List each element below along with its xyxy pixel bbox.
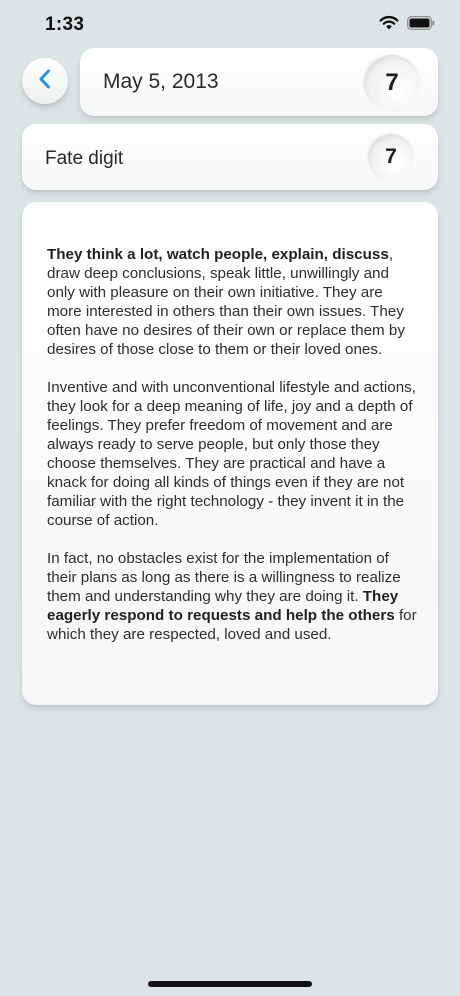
date-number-badge: 7 (364, 55, 420, 111)
fate-digit-badge: 7 (368, 134, 414, 180)
date-label: May 5, 2013 (103, 70, 219, 93)
description-paragraph-2: Inventive and with unconventional lifest… (47, 379, 416, 529)
back-button[interactable] (22, 58, 68, 104)
status-time: 1:33 (45, 14, 85, 35)
status-bar: 1:33 (0, 0, 460, 50)
description-p3-start: In fact, no obstacles exist for the impl… (47, 550, 401, 605)
fate-digit-card: Fate digit 7 (22, 124, 438, 190)
description-card: They think a lot, watch people, explain,… (22, 202, 438, 705)
home-indicator[interactable] (148, 981, 312, 987)
status-icons (379, 15, 435, 35)
chevron-left-icon (37, 68, 53, 95)
wifi-icon (379, 15, 399, 35)
battery-icon (407, 15, 435, 35)
date-card[interactable]: May 5, 2013 7 (80, 48, 438, 116)
description-text: They think a lot, watch people, explain,… (47, 245, 417, 663)
description-p1-bold: They think a lot, watch people, explain,… (47, 246, 389, 263)
fate-digit-label: Fate digit (45, 148, 124, 169)
description-paragraph-1: They think a lot, watch people, explain,… (47, 245, 417, 359)
description-paragraph-3: In fact, no obstacles exist for the impl… (47, 549, 417, 644)
